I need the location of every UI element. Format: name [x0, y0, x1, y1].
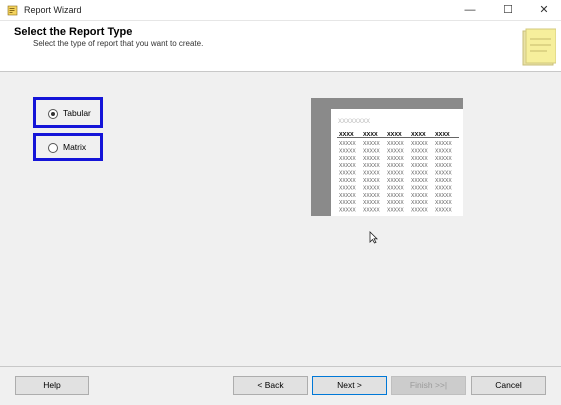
- preview-cell-placeholder: XXXXX: [387, 148, 404, 154]
- preview-cell-placeholder: XXXXX: [339, 171, 356, 177]
- preview-cell-placeholder: XXXXX: [387, 193, 404, 199]
- preview-cell-placeholder: XXXXX: [435, 185, 452, 191]
- preview-cell-placeholder: XXXXX: [387, 141, 404, 147]
- preview-cell-placeholder: XXXXX: [363, 171, 380, 177]
- preview-cell-placeholder: XXXXX: [363, 178, 380, 184]
- preview-cell-placeholder: XXXXX: [411, 163, 428, 169]
- preview-cell-placeholder: XXXXX: [339, 193, 356, 199]
- report-wizard-app-icon: [7, 5, 18, 16]
- preview-cell-placeholder: XXXXX: [411, 148, 428, 154]
- window-title: Report Wizard: [24, 5, 82, 15]
- preview-cell-placeholder: XXXXX: [339, 163, 356, 169]
- preview-cell-placeholder: XXXXX: [363, 148, 380, 154]
- page-subtitle: Select the type of report that you want …: [33, 39, 204, 48]
- preview-cell-placeholder: XXXXX: [435, 200, 452, 206]
- preview-cell-placeholder: XXXXX: [411, 141, 428, 147]
- preview-cell-placeholder: XXXXX: [363, 185, 380, 191]
- preview-cell-placeholder: XXXXX: [411, 156, 428, 162]
- radio-selected-dot: [51, 112, 55, 116]
- preview-cell-placeholder: XXXXX: [435, 148, 452, 154]
- radio-matrix[interactable]: [48, 143, 58, 153]
- preview-cell-placeholder: XXXXX: [435, 171, 452, 177]
- preview-cell-placeholder: XXXXX: [387, 171, 404, 177]
- preview-cell-placeholder: XXXXX: [435, 178, 452, 184]
- preview-cell-placeholder: XXXXX: [387, 208, 404, 214]
- preview-cell-placeholder: XXXXX: [435, 163, 452, 169]
- cancel-button[interactable]: Cancel: [471, 376, 546, 395]
- preview-cell-placeholder: XXXXX: [411, 171, 428, 177]
- sticky-note-icon: [522, 28, 556, 66]
- preview-cell-placeholder: XXXXX: [339, 156, 356, 162]
- preview-cell-placeholder: XXXXX: [411, 193, 428, 199]
- minimize-icon[interactable]: —: [456, 0, 484, 20]
- wizard-header: Select the Report Type Select the type o…: [0, 21, 561, 72]
- preview-cell-placeholder: XXXXX: [339, 141, 356, 147]
- matrix-option[interactable]: Matrix: [33, 133, 103, 161]
- page-title: Select the Report Type: [14, 26, 133, 38]
- preview-cell-placeholder: XXXXX: [339, 200, 356, 206]
- preview-cell-placeholder: XXXXX: [435, 208, 452, 214]
- back-button[interactable]: < Back: [233, 376, 308, 395]
- preview-cell-placeholder: XXXXX: [411, 185, 428, 191]
- radio-tabular[interactable]: [48, 109, 58, 119]
- report-preview: XXXXXXXX XXXX XXXX XXXX XXXX XXXX XXXXX XXXXX…: [311, 98, 463, 216]
- preview-cell-placeholder: XXXXX: [411, 200, 428, 206]
- next-button[interactable]: Next >: [312, 376, 387, 395]
- footer-divider: [0, 366, 561, 367]
- preview-cell-placeholder: XXXXX: [339, 208, 356, 214]
- tabular-label: Tabular: [63, 108, 91, 118]
- finish-button[interactable]: Finish >>|: [391, 376, 466, 395]
- preview-title-placeholder: XXXXXXXX: [338, 119, 370, 125]
- preview-cell-placeholder: XXXXX: [339, 148, 356, 154]
- preview-cell-placeholder: XXXXX: [387, 178, 404, 184]
- preview-cell-placeholder: XXXXX: [339, 178, 356, 184]
- preview-cell-placeholder: XXXXX: [363, 200, 380, 206]
- matrix-label: Matrix: [63, 142, 87, 152]
- title-bar: Report Wizard — ☐ ✕: [0, 0, 561, 21]
- help-button[interactable]: Help: [15, 376, 89, 395]
- preview-cell-placeholder: XXXXX: [411, 178, 428, 184]
- tabular-option[interactable]: Tabular: [33, 97, 103, 128]
- preview-cell-placeholder: XXXXX: [435, 193, 452, 199]
- preview-cell-placeholder: XXXXX: [387, 185, 404, 191]
- preview-cell-placeholder: XXXXX: [387, 156, 404, 162]
- preview-cell-placeholder: XXXXX: [435, 156, 452, 162]
- preview-cell-placeholder: XXXXX: [339, 185, 356, 191]
- preview-cell-placeholder: XXXXX: [363, 208, 380, 214]
- mouse-cursor-icon: [369, 231, 378, 244]
- preview-cell-placeholder: XXXXX: [363, 141, 380, 147]
- preview-cell-placeholder: XXXXX: [411, 208, 428, 214]
- preview-cell-placeholder: XXXXX: [387, 163, 404, 169]
- preview-cell-placeholder: XXXXX: [363, 163, 380, 169]
- preview-cell-placeholder: XXXXX: [387, 200, 404, 206]
- preview-cell-placeholder: XXXXX: [363, 156, 380, 162]
- preview-cell-placeholder: XXXXX: [363, 193, 380, 199]
- maximize-icon[interactable]: ☐: [494, 0, 522, 20]
- preview-cell-placeholder: XXXXX: [435, 141, 452, 147]
- close-icon[interactable]: ✕: [530, 0, 558, 20]
